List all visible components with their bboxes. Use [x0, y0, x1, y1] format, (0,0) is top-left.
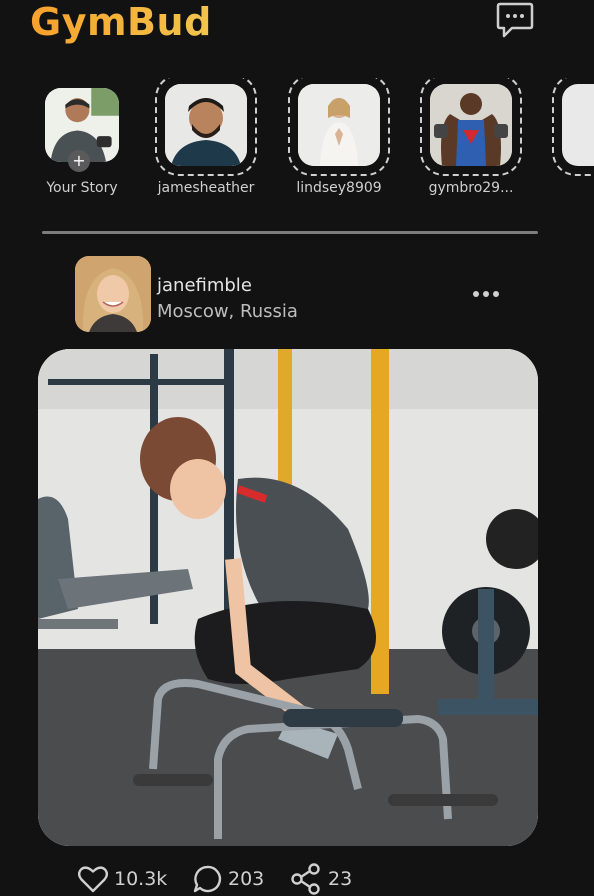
comment-button[interactable]: 203 — [192, 862, 264, 896]
story-label: jamesheather — [157, 180, 255, 196]
story-label: lindsey8909 — [296, 180, 382, 196]
story-gymbro29[interactable]: gymbro29... — [411, 78, 531, 196]
share-button[interactable]: 23 — [290, 862, 352, 896]
like-button[interactable]: 10.3k — [78, 862, 167, 896]
comment-count: 203 — [228, 868, 265, 890]
story-frame — [420, 78, 522, 176]
share-icon — [291, 863, 320, 895]
stories-strip: + Your Story jamesheather lindsey8909 gy… — [0, 78, 594, 208]
story-avatar — [165, 84, 247, 166]
story-frame — [155, 78, 257, 176]
story-lindsey8909[interactable]: lindsey8909 — [279, 78, 399, 196]
comment-icon — [193, 865, 222, 893]
story-label: Your Story — [46, 180, 118, 196]
story-frame — [552, 78, 594, 176]
post-author-avatar[interactable] — [75, 256, 151, 332]
story-avatar — [562, 84, 594, 166]
more-horizontal-icon — [473, 291, 499, 297]
story-avatar — [298, 84, 380, 166]
story-ja[interactable]: Ja — [543, 78, 594, 196]
post-image[interactable] — [38, 349, 538, 846]
more-button[interactable] — [470, 284, 502, 304]
story-label: gymbro29... — [428, 180, 514, 196]
story-jamesheather[interactable]: jamesheather — [146, 78, 266, 196]
like-count: 10.3k — [114, 868, 168, 890]
story-frame — [288, 78, 390, 176]
chat-bubble-icon — [496, 2, 534, 38]
section-divider — [42, 231, 538, 234]
post-username[interactable]: janefimble — [157, 275, 252, 296]
story-your-story[interactable]: + Your Story — [22, 78, 142, 196]
chat-button[interactable] — [494, 0, 536, 42]
story-frame: + — [35, 78, 129, 172]
post-location: Moscow, Russia — [157, 301, 298, 322]
app-logo: GymBud — [30, 0, 212, 44]
share-count: 23 — [328, 868, 353, 890]
story-label: Ja — [543, 180, 594, 196]
story-avatar — [430, 84, 512, 166]
heart-icon — [78, 866, 108, 893]
plus-icon[interactable]: + — [68, 150, 90, 172]
